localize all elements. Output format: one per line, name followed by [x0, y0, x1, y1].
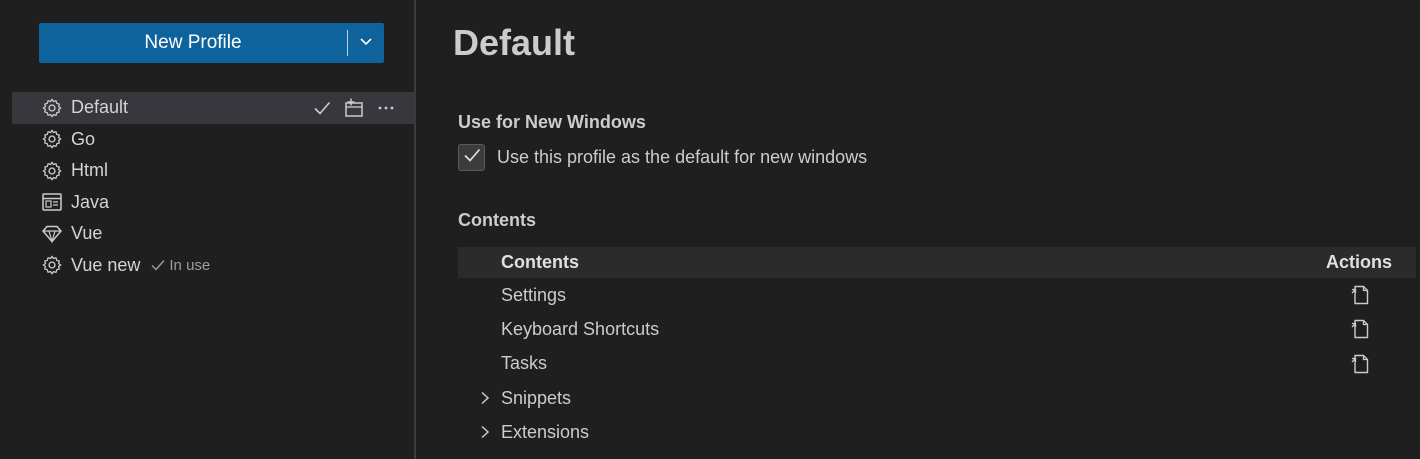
gear-icon: [40, 127, 64, 151]
column-header-contents: Contents: [501, 252, 579, 272]
profile-item-vue[interactable]: Vue: [12, 218, 414, 250]
column-header-actions: Actions: [1326, 252, 1393, 272]
profile-item-go[interactable]: Go: [12, 124, 414, 156]
check-icon: [462, 145, 482, 170]
profile-name: Vue new: [71, 254, 141, 275]
profile-name: Go: [71, 128, 96, 149]
profile-item-vue-new[interactable]: Vue new In use: [12, 250, 414, 282]
table-row-settings[interactable]: Settings: [458, 278, 1416, 312]
chevron-down-icon: [358, 33, 374, 54]
gear-icon: [40, 159, 64, 183]
row-label: Settings: [501, 284, 567, 305]
check-icon: [150, 257, 166, 273]
profile-name: Html: [71, 160, 108, 181]
profile-editor: Default Use for New Windows Use this pro…: [416, 0, 1420, 459]
profile-name: Default: [71, 97, 129, 118]
new-profile-split-button: New Profile: [39, 23, 384, 63]
more-actions-icon[interactable]: [374, 96, 398, 120]
table-row-keyboard-shortcuts[interactable]: Keyboard Shortcuts: [458, 312, 1416, 346]
profiles-sidebar: New Profile Default Go Html Java Vue Vue…: [0, 0, 414, 459]
window-icon: [40, 190, 64, 214]
in-use-label: In use: [169, 256, 211, 274]
table-header: Contents Actions: [458, 247, 1416, 278]
diamond-icon: [40, 222, 64, 246]
open-file-icon[interactable]: [1330, 284, 1390, 306]
row-label: Snippets: [501, 387, 572, 408]
default-profile-checkbox[interactable]: [458, 144, 485, 171]
default-profile-option: Use this profile as the default for new …: [458, 144, 867, 171]
contents-table: Contents Actions Settings Keyboard Short…: [458, 247, 1416, 449]
in-use-badge: In use: [150, 257, 210, 274]
gear-icon: [40, 253, 64, 277]
row-label: Extensions: [501, 421, 590, 442]
profile-list: Default Go Html Java Vue Vue new In use: [12, 92, 414, 281]
profile-actions: [310, 92, 398, 124]
profile-name: Vue: [71, 223, 103, 244]
table-row-tasks[interactable]: Tasks: [458, 347, 1416, 381]
new-profile-button[interactable]: New Profile: [39, 23, 347, 63]
open-file-icon[interactable]: [1330, 318, 1390, 340]
row-label: Tasks: [501, 353, 548, 374]
table-row-snippets[interactable]: Snippets: [458, 381, 1416, 415]
default-profile-checkbox-label[interactable]: Use this profile as the default for new …: [497, 147, 867, 168]
check-icon[interactable]: [310, 96, 334, 120]
page-title: Default: [453, 22, 576, 63]
section-heading-new-windows: Use for New Windows: [458, 112, 646, 132]
row-label: Keyboard Shortcuts: [501, 318, 660, 339]
open-file-icon[interactable]: [1330, 353, 1390, 375]
new-window-icon[interactable]: [342, 96, 366, 120]
table-row-extensions[interactable]: Extensions: [458, 415, 1416, 449]
chevron-right-icon[interactable]: [458, 424, 501, 440]
section-heading-contents: Contents: [458, 210, 536, 230]
new-profile-dropdown-button[interactable]: [348, 23, 384, 63]
profile-item-java[interactable]: Java: [12, 187, 414, 219]
chevron-right-icon[interactable]: [458, 390, 501, 406]
profile-item-html[interactable]: Html: [12, 155, 414, 187]
gear-icon: [40, 96, 64, 120]
profile-name: Java: [71, 191, 110, 212]
profile-item-default[interactable]: Default: [12, 92, 414, 124]
